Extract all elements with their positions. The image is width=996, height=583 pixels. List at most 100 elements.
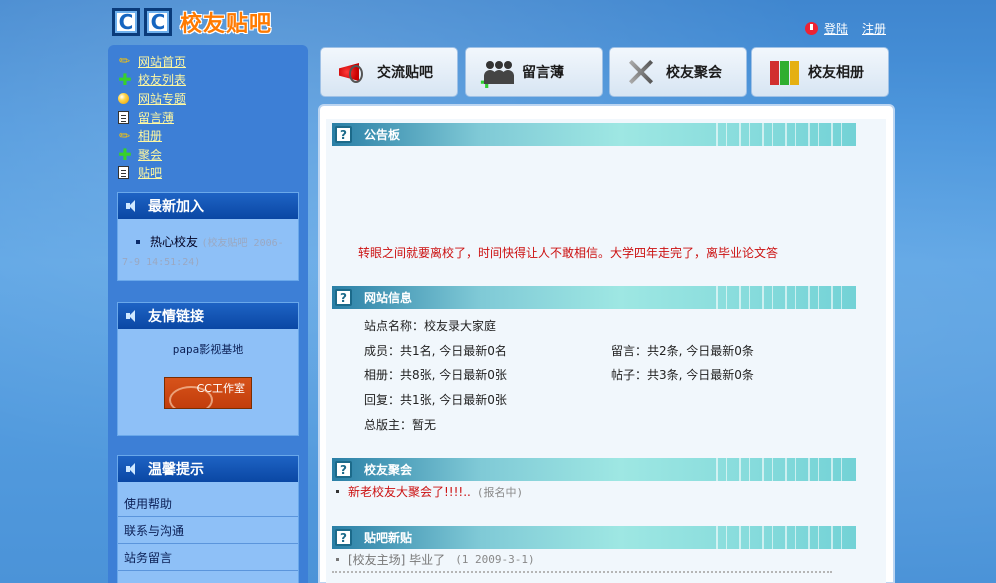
newest-title: 最新加入 [148, 199, 204, 215]
threads-stat: 帖子：共3条, 今日最新0条 [611, 368, 754, 382]
megaphone-icon [335, 57, 369, 87]
login-link[interactable]: 登陆 [824, 20, 848, 37]
sidebar-item-alumni-list[interactable]: ✚ 校友列表 [118, 70, 308, 90]
books-icon [766, 57, 800, 87]
tab-party[interactable]: 校友聚会 [609, 47, 747, 97]
tab-forum[interactable]: 交流贴吧 [320, 47, 458, 97]
tips-title: 温馨提示 [148, 462, 204, 478]
tab-label: 校友聚会 [666, 65, 722, 81]
logo-letter-c1: C [112, 8, 140, 36]
sidebar-item-label[interactable]: 留言薄 [138, 109, 174, 126]
replies-stat: 回复：共1张, 今日最新0张 [364, 393, 507, 407]
sidebar-item-topics[interactable]: 网站专题 [118, 89, 308, 108]
sidebar-item-label[interactable]: 网站首页 [138, 53, 186, 70]
sidebar-item-home[interactable]: ✎ 网站首页 [116, 52, 308, 71]
dotted-divider [332, 571, 832, 573]
banner-text: CC工作室 [196, 382, 245, 395]
logo-letter-c2: C [144, 8, 172, 36]
power-icon [804, 22, 818, 35]
tip-help[interactable]: 使用帮助 [118, 490, 298, 517]
tip-contact[interactable]: 联系与沟通 [118, 517, 298, 544]
post-link[interactable]: [校友主场] 毕业了 [348, 551, 445, 568]
sidebar: ✎ 网站首页 ✚ 校友列表 网站专题 留言薄 ✎ 相册 ✚ 聚会 贴吧 最新加入 热心校… [108, 45, 308, 583]
post-item: [校友主场] 毕业了 (1 2009-3-1) [336, 551, 535, 568]
newest-member-meta: (校友贴吧 2006-7-9 14:51:24) [122, 238, 284, 268]
header-stripes [704, 458, 854, 481]
members-stat: 成员：共1名, 今日最新0名 [364, 344, 507, 358]
notice-text[interactable]: 转眼之间就要离校了，时间快得让人不敢相信。大学四年走完了，离毕业论文答 [358, 244, 778, 261]
section-title: 校友聚会 [364, 463, 413, 477]
auth-links: 登陆 注册 [804, 20, 886, 37]
tab-guestbook[interactable]: ✚ 留言薄 [465, 47, 603, 97]
tips-header: 温馨提示 [118, 456, 298, 482]
pencil-icon: ✎ [116, 126, 134, 145]
plus-icon: ✚ [118, 144, 132, 164]
friend-link-banner[interactable]: CC工作室 [164, 377, 252, 409]
question-icon: ? [335, 529, 352, 546]
header-stripes [704, 123, 854, 146]
tip-message[interactable]: 站务留言 [118, 544, 298, 571]
pencil-icon: ✎ [116, 52, 134, 71]
newest-header: 最新加入 [118, 193, 298, 219]
section-title: 网站信息 [364, 291, 413, 305]
newest-members-box: 最新加入 热心校友 (校友贴吧 2006-7-9 14:51:24) [117, 192, 299, 281]
friend-links-box: 友情链接 papa影视基地 CC工作室 [117, 302, 299, 436]
post-date: (1 2009-3-1) [455, 553, 535, 566]
main-panel: ? 公告板 转眼之间就要离校了，时间快得让人不敢相信。大学四年走完了，离毕业论文… [318, 104, 895, 583]
sidebar-nav: ✎ 网站首页 ✚ 校友列表 网站专题 留言薄 ✎ 相册 ✚ 聚会 贴吧 [108, 45, 308, 182]
tools-icon [624, 57, 658, 87]
bullet [136, 240, 140, 244]
plus-icon: ✚ [118, 70, 132, 90]
links-header: 友情链接 [118, 303, 298, 329]
tab-album[interactable]: 校友相册 [751, 47, 889, 97]
bullet [336, 490, 339, 493]
messages-stat: 留言：共2条, 今日最新0条 [611, 344, 754, 358]
question-icon: ? [335, 461, 352, 478]
sidebar-item-label[interactable]: 校友列表 [138, 71, 186, 88]
sidebar-item-forum[interactable]: 贴吧 [118, 164, 308, 183]
people-icon: ✚ [480, 57, 514, 92]
sidebar-item-label[interactable]: 相册 [138, 127, 162, 144]
newest-entry[interactable]: 热心校友 (校友贴吧 2006-7-9 14:51:24) [118, 219, 298, 272]
tab-label: 校友相册 [808, 65, 864, 81]
sidebar-item-party[interactable]: ✚ 聚会 [118, 145, 308, 164]
site-logo[interactable]: C C 校友贴吧 [112, 6, 272, 38]
speaker-icon [126, 310, 138, 322]
tips-box: 温馨提示 使用帮助 联系与沟通 站务留言 [117, 455, 299, 583]
sidebar-item-album[interactable]: ✎ 相册 [116, 126, 308, 145]
sidebar-item-label[interactable]: 贴吧 [138, 164, 162, 181]
bullet [336, 558, 339, 561]
site-name: 站点名称：校友录大家庭 [364, 319, 497, 333]
friend-link-text[interactable]: papa影视基地 [118, 341, 298, 357]
sidebar-item-guestbook[interactable]: 留言薄 [118, 108, 308, 127]
header-stripes [704, 286, 854, 309]
section-title: 贴吧新贴 [364, 531, 413, 545]
tab-label: 留言薄 [522, 65, 564, 81]
party-link[interactable]: 新老校友大聚会了!!!!.. [348, 483, 471, 500]
tab-label: 交流贴吧 [377, 65, 433, 81]
document-icon [118, 166, 129, 180]
section-header-info: ? 网站信息 [332, 286, 856, 309]
newest-member-name[interactable]: 热心校友 [150, 235, 198, 249]
party-status: (报名中) [476, 485, 524, 499]
question-icon: ? [335, 289, 352, 306]
party-item: 新老校友大聚会了!!!!.. (报名中) [336, 483, 523, 500]
links-title: 友情链接 [148, 309, 204, 325]
section-title: 公告板 [364, 128, 401, 142]
section-header-board: ? 公告板 [332, 123, 856, 146]
section-header-party: ? 校友聚会 [332, 458, 856, 481]
question-icon: ? [335, 126, 352, 143]
document-icon [118, 110, 129, 124]
main-content: ? 公告板 转眼之间就要离校了，时间快得让人不敢相信。大学四年走完了，离毕业论文… [326, 119, 886, 583]
register-link[interactable]: 注册 [862, 20, 886, 37]
section-header-posts: ? 贴吧新贴 [332, 526, 856, 549]
speaker-icon [126, 463, 138, 475]
speaker-icon [126, 200, 138, 212]
sidebar-item-label[interactable]: 聚会 [138, 146, 162, 163]
sidebar-item-label[interactable]: 网站专题 [138, 90, 186, 107]
header-stripes [704, 526, 854, 549]
admin-stat: 总版主：暂无 [364, 418, 437, 432]
photos-stat: 相册：共8张, 今日最新0张 [364, 368, 507, 382]
globe-icon [118, 92, 129, 104]
logo-text: 校友贴吧 [180, 12, 273, 37]
